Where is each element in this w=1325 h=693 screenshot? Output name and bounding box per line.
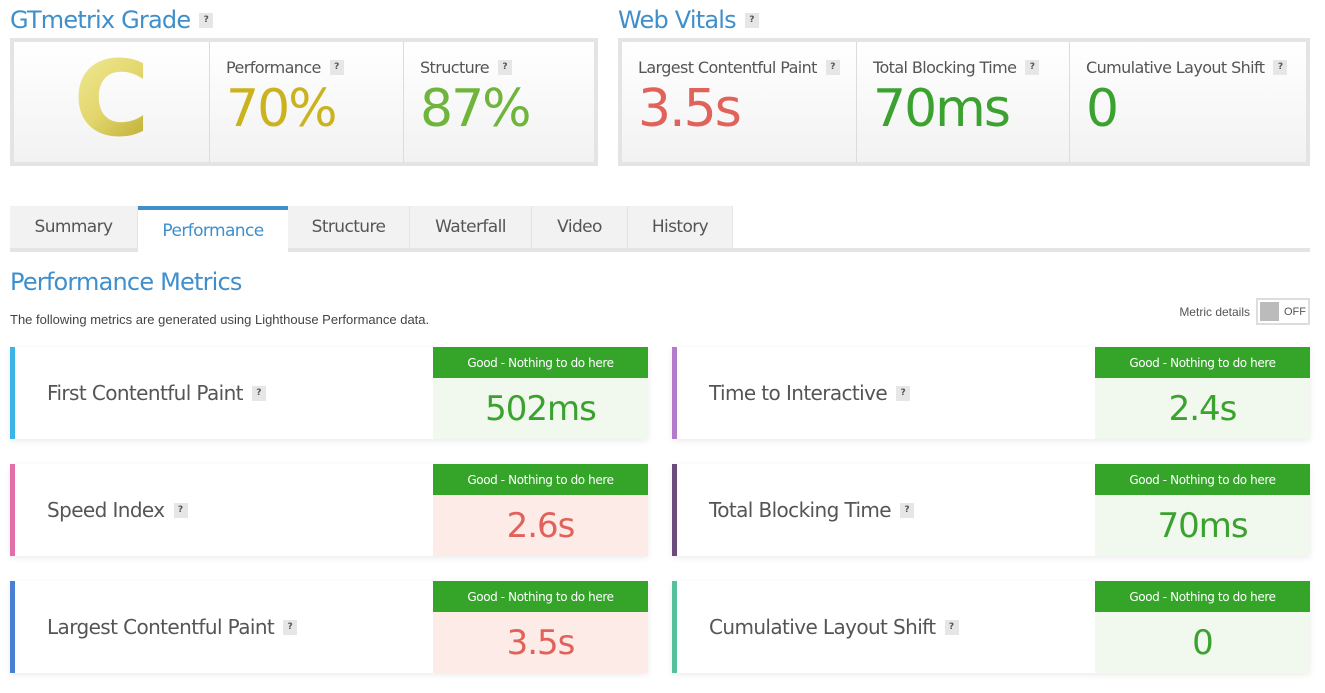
metric-name: Time to Interactive <box>709 381 888 405</box>
help-icon[interactable]: ? <box>283 619 298 635</box>
web-vital-tbt: Total Blocking Time ? 70ms <box>857 42 1070 162</box>
metric-card-time-to-interactive: Time to Interactive? Good - Nothing to do… <box>672 347 1310 439</box>
metric-result: Good - Nothing to do here 70ms <box>1095 464 1310 556</box>
web-vital-cls: Cumulative Layout Shift ? 0 <box>1070 42 1306 162</box>
web-vital-value: 0 <box>1086 79 1119 139</box>
metric-status-badge: Good - Nothing to do here <box>433 464 648 495</box>
web-vitals-heading: Web Vitals <box>618 6 737 34</box>
metric-details-toggle-wrap: Metric details OFF <box>1179 298 1310 325</box>
web-vitals-title: Web Vitals ? <box>618 6 759 34</box>
tab-video[interactable]: Video <box>532 206 628 248</box>
web-vitals-panel: Largest Contentful Paint ? 3.5s Total Bl… <box>618 38 1310 166</box>
web-vital-label-row: Cumulative Layout Shift ? <box>1086 58 1292 77</box>
metric-card-largest-contentful-paint: Largest Contentful Paint? Good - Nothing … <box>10 581 648 673</box>
metric-name: Largest Contentful Paint <box>47 615 275 639</box>
structure-score-label-row: Structure ? <box>420 58 580 77</box>
structure-score-value: 87% <box>420 79 532 139</box>
help-icon[interactable]: ? <box>329 60 344 75</box>
web-vital-lcp: Largest Contentful Paint ? 3.5s <box>622 42 857 162</box>
metric-value: 70ms <box>1095 495 1310 556</box>
help-icon[interactable]: ? <box>173 502 188 518</box>
metric-value: 2.4s <box>1095 378 1310 439</box>
metric-status-badge: Good - Nothing to do here <box>1095 347 1310 378</box>
help-icon[interactable]: ? <box>251 385 266 401</box>
metric-result: Good - Nothing to do here 2.6s <box>433 464 648 556</box>
help-icon[interactable]: ? <box>944 619 959 635</box>
metric-card-speed-index: Speed Index? Good - Nothing to do here 2.6… <box>10 464 648 556</box>
metric-status-badge: Good - Nothing to do here <box>1095 581 1310 612</box>
metric-result: Good - Nothing to do here 0 <box>1095 581 1310 673</box>
performance-metrics-subtitle: The following metrics are generated usin… <box>10 312 430 327</box>
metric-card-cumulative-layout-shift: Cumulative Layout Shift? Good - Nothing t… <box>672 581 1310 673</box>
performance-score-label: Performance <box>226 58 321 77</box>
tab-waterfall[interactable]: Waterfall <box>410 206 532 248</box>
metric-result: Good - Nothing to do here 3.5s <box>433 581 648 673</box>
web-vital-label: Cumulative Layout Shift <box>1086 58 1265 77</box>
metric-value: 3.5s <box>433 612 648 673</box>
metric-value: 0 <box>1095 612 1310 673</box>
web-vital-value: 3.5s <box>638 79 742 139</box>
metric-status-badge: Good - Nothing to do here <box>1095 464 1310 495</box>
metric-name-row: Total Blocking Time? <box>677 464 1095 556</box>
metric-name: First Contentful Paint <box>47 381 244 405</box>
help-icon[interactable]: ? <box>896 385 911 401</box>
performance-score-value: 70% <box>226 79 338 139</box>
web-vital-label-row: Total Blocking Time ? <box>873 58 1055 77</box>
gtmetrix-grade-title: GTmetrix Grade ? <box>10 6 214 34</box>
metric-name-row: Cumulative Layout Shift? <box>677 581 1095 673</box>
help-icon[interactable]: ? <box>744 12 759 28</box>
metric-name: Speed Index <box>47 498 165 522</box>
web-vital-label-row: Largest Contentful Paint ? <box>638 58 842 77</box>
toggle-state: OFF <box>1284 305 1306 318</box>
metric-result: Good - Nothing to do here 2.4s <box>1095 347 1310 439</box>
metric-details-label: Metric details <box>1179 304 1250 319</box>
grade-cell: C <box>14 42 210 162</box>
structure-score-cell: Structure ? 87% <box>404 42 594 162</box>
metric-result: Good - Nothing to do here 502ms <box>433 347 648 439</box>
tab-performance[interactable]: Performance <box>138 206 288 252</box>
tab-structure[interactable]: Structure <box>288 206 410 248</box>
metric-name: Total Blocking Time <box>709 498 892 522</box>
grade-panel: C Performance ? 70% Structure ? 87% <box>10 38 598 166</box>
structure-score-label: Structure <box>420 58 490 77</box>
performance-score-label-row: Performance ? <box>226 58 389 77</box>
help-icon[interactable]: ? <box>498 60 513 75</box>
gtmetrix-grade-heading: GTmetrix Grade <box>10 6 191 34</box>
metric-status-badge: Good - Nothing to do here <box>433 581 648 612</box>
help-icon[interactable]: ? <box>1273 60 1288 75</box>
help-icon[interactable]: ? <box>199 12 214 28</box>
metric-card-total-blocking-time: Total Blocking Time? Good - Nothing to do… <box>672 464 1310 556</box>
metric-name-row: Time to Interactive? <box>677 347 1095 439</box>
tab-history[interactable]: History <box>628 206 733 248</box>
web-vital-value: 70ms <box>873 79 1011 139</box>
web-vital-label: Total Blocking Time <box>873 58 1017 77</box>
metric-value: 2.6s <box>433 495 648 556</box>
web-vital-label: Largest Contentful Paint <box>638 58 817 77</box>
metric-card-first-contentful-paint: First Contentful Paint? Good - Nothing to… <box>10 347 648 439</box>
report-tabs: Summary Performance Structure Waterfall … <box>10 206 1310 252</box>
metric-name: Cumulative Layout Shift <box>709 615 936 639</box>
metric-name-row: Largest Contentful Paint? <box>15 581 433 673</box>
tab-summary[interactable]: Summary <box>10 206 138 248</box>
metric-status-badge: Good - Nothing to do here <box>433 347 648 378</box>
help-icon[interactable]: ? <box>1025 60 1040 75</box>
toggle-knob[interactable] <box>1260 302 1279 321</box>
performance-metrics-title: Performance Metrics <box>10 268 242 296</box>
metric-name-row: Speed Index? <box>15 464 433 556</box>
help-icon[interactable]: ? <box>900 502 914 518</box>
metric-name-row: First Contentful Paint? <box>15 347 433 439</box>
performance-score-cell: Performance ? 70% <box>210 42 404 162</box>
metric-details-toggle[interactable]: OFF <box>1256 298 1310 325</box>
help-icon[interactable]: ? <box>825 60 840 75</box>
metric-value: 502ms <box>433 378 648 439</box>
grade-letter: C <box>73 38 150 160</box>
